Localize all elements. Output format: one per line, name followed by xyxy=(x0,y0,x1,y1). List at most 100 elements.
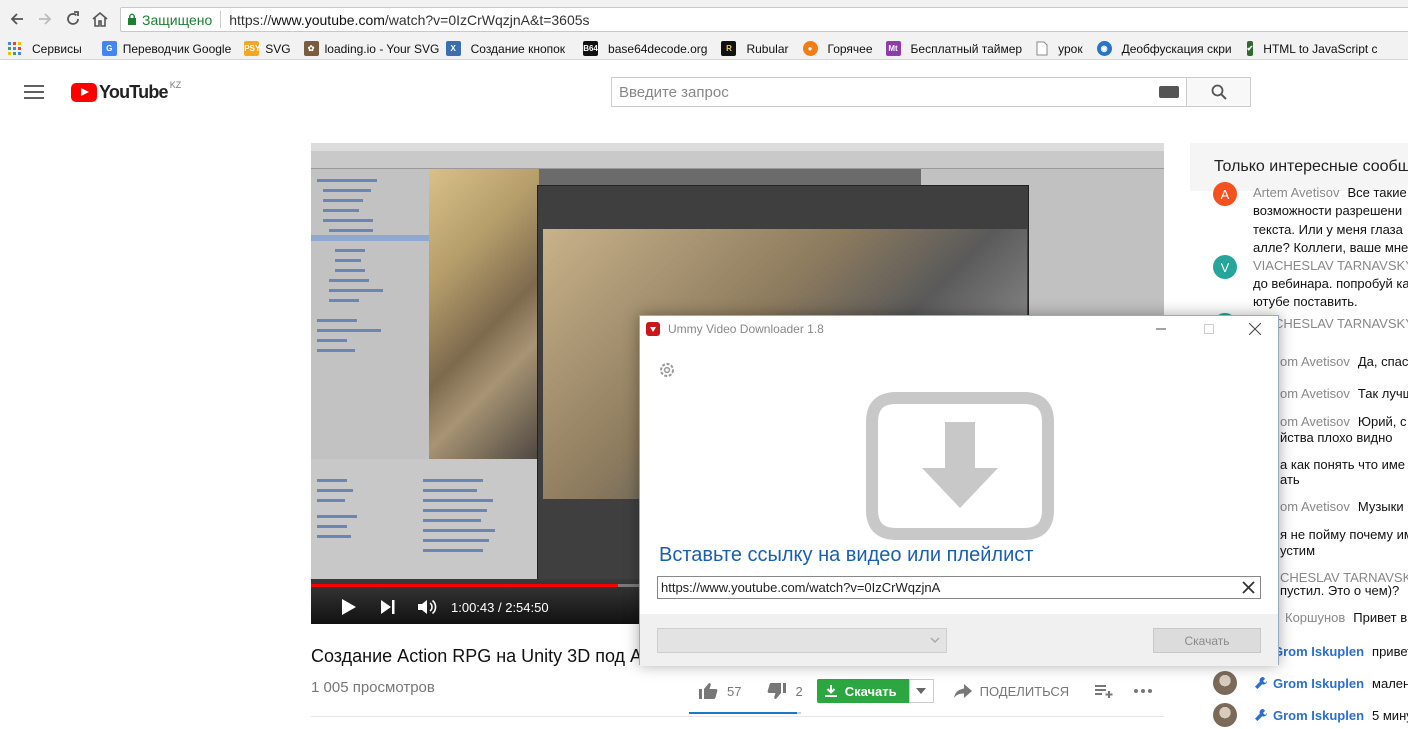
pikabu-icon: ● xyxy=(802,41,818,56)
search-button[interactable] xyxy=(1186,77,1251,107)
download-button[interactable]: Скачать xyxy=(816,679,909,703)
keyboard-icon[interactable] xyxy=(1159,86,1179,98)
address-bar[interactable]: Защищено https://www.youtube.com/watch?v… xyxy=(120,7,1408,32)
chat-author[interactable]: om Avetisov xyxy=(1280,354,1350,369)
arrow-right-icon xyxy=(39,13,52,25)
chat-author[interactable]: om Avetisov xyxy=(1280,499,1350,514)
divider xyxy=(311,716,1164,717)
chat-message: текста. Или у меня глаза xyxy=(1253,220,1403,239)
downloader-heading: Вставьте ссылку на видео или плейлист xyxy=(659,544,1034,566)
volume-icon[interactable] xyxy=(417,598,437,616)
bookmark-google-translate[interactable]: G Переводчик Google xyxy=(101,38,231,59)
back-button[interactable] xyxy=(6,8,28,30)
chat-text: до вебинара. попробуй ка xyxy=(1253,276,1408,291)
time-separator: / xyxy=(494,599,506,615)
forward-button[interactable] xyxy=(34,8,56,30)
download-options-button[interactable] xyxy=(908,679,934,703)
bookmark-deobfuscation[interactable]: ◉ Деобфускация скри xyxy=(1096,38,1233,59)
mt-icon: Mt xyxy=(885,41,901,56)
video-time: 1:00:43 / 2:54:50 xyxy=(451,600,549,615)
share-label: ПОДЕЛИТЬСЯ xyxy=(979,683,1070,699)
play-icon[interactable] xyxy=(339,598,357,616)
chat-author[interactable]: Grom Iskuplen xyxy=(1273,708,1364,723)
bookmark-lesson[interactable]: урок xyxy=(1036,38,1083,59)
chat-author[interactable]: Artem Avetisov xyxy=(1253,185,1339,200)
chat-avatar[interactable]: V xyxy=(1213,255,1237,279)
url-input-value: https://www.youtube.com/watch?v=0IzCrWqz… xyxy=(661,580,941,595)
bookmark-hot[interactable]: ● Горячее xyxy=(802,38,873,59)
chat-text: Музыки н xyxy=(1357,499,1408,514)
youtube-logo[interactable]: YouTube KZ xyxy=(71,80,182,103)
video-progress-fill xyxy=(311,584,619,587)
bookmark-rubular[interactable]: R Rubular xyxy=(721,38,789,59)
home-button[interactable] xyxy=(89,8,111,30)
caret-down-icon xyxy=(916,688,927,694)
translate-icon: G xyxy=(101,41,117,56)
clear-icon[interactable] xyxy=(1241,580,1256,595)
bookmark-apps[interactable]: Сервисы xyxy=(8,38,82,59)
chevron-down-icon xyxy=(930,637,940,644)
chat-text: Все такие xyxy=(1347,185,1407,200)
video-content-toolbar xyxy=(311,151,1164,169)
base64-icon: B64 xyxy=(583,41,599,56)
secure-indicator[interactable]: Защищено xyxy=(121,11,222,28)
rubular-icon: R xyxy=(721,41,737,56)
chat-author[interactable]: om Avetisov xyxy=(1280,386,1350,401)
maximize-button[interactable] xyxy=(1186,316,1232,342)
bookmark-label: loading.io - Your SVG xyxy=(324,41,440,56)
chat-author[interactable]: Grom Iskuplen xyxy=(1273,676,1364,691)
download-arrow-icon xyxy=(824,685,837,697)
screen: Защищено https://www.youtube.com/watch?v… xyxy=(0,0,1408,729)
chat-message: Коршунов Привет в xyxy=(1285,608,1407,627)
chat-author[interactable]: om Avetisov xyxy=(1280,414,1350,429)
chat-text: устим xyxy=(1280,543,1316,558)
url-input[interactable]: https://www.youtube.com/watch?v=0IzCrWqz… xyxy=(657,576,1261,599)
chat-message: Artem Avetisov Все такие xyxy=(1253,183,1407,202)
format-select[interactable] xyxy=(657,628,947,653)
dislike-button[interactable]: 2 xyxy=(767,682,803,700)
reload-icon xyxy=(67,11,79,25)
gear-icon[interactable] xyxy=(657,360,677,380)
search-input[interactable]: Введите запрос xyxy=(611,77,1187,107)
chat-avatar[interactable] xyxy=(1213,703,1237,727)
next-icon[interactable] xyxy=(379,598,397,616)
arrow-left-icon xyxy=(10,13,23,25)
chat-author[interactable]: VIACHESLAV TARNAVSKY xyxy=(1253,258,1408,273)
bookmark-label: урок xyxy=(1058,41,1083,56)
chat-text: ать xyxy=(1280,472,1300,487)
more-icon[interactable] xyxy=(1133,688,1153,694)
video-actions: 57 2 Скачать ПОДЕЛИТЬСЯ xyxy=(690,676,1153,706)
search-icon xyxy=(1211,84,1227,100)
chat-message: до вебинара. попробуй ка xyxy=(1253,274,1408,293)
chat-message: устим xyxy=(1280,541,1315,560)
bookmark-html-to-js[interactable]: ✔ HTML to JavaScript c xyxy=(1246,38,1377,59)
chat-message: om Avetisov Так лучше xyxy=(1280,384,1408,403)
add-to-playlist-icon[interactable] xyxy=(1095,684,1113,698)
video-content-scene-view xyxy=(429,169,539,459)
chat-avatar[interactable]: A xyxy=(1213,182,1237,206)
chat-text: 5 минут xyxy=(1372,708,1408,723)
menu-icon[interactable] xyxy=(24,85,44,99)
x-logo-icon: X xyxy=(445,41,461,56)
country-code: KZ xyxy=(169,80,182,90)
reload-button[interactable] xyxy=(62,8,84,30)
thumb-down-icon xyxy=(768,683,787,699)
bookmark-label: Горячее xyxy=(827,41,873,56)
wrench-icon xyxy=(1255,709,1267,721)
download-label: Скачать xyxy=(844,683,897,699)
chat-author[interactable]: Коршунов xyxy=(1285,610,1345,625)
bookmark-svg[interactable]: PSY SVG xyxy=(244,38,291,59)
minimize-icon xyxy=(1156,328,1166,330)
chat-author[interactable]: Grom Iskuplen xyxy=(1273,644,1364,659)
like-button[interactable]: 57 xyxy=(690,682,741,700)
bookmark-base64[interactable]: B64 base64decode.org xyxy=(583,38,707,59)
share-button[interactable]: ПОДЕЛИТЬСЯ xyxy=(953,683,1070,699)
bookmark-label: Сервисы xyxy=(32,41,82,56)
bookmark-timer[interactable]: Mt Бесплатный таймер xyxy=(885,38,1022,59)
close-button[interactable] xyxy=(1232,316,1278,342)
download-submit-button[interactable]: Скачать xyxy=(1153,628,1261,653)
bookmark-loading-io[interactable]: ✿ loading.io - Your SVG xyxy=(303,38,440,59)
chat-avatar[interactable] xyxy=(1213,671,1237,695)
bookmark-buttons[interactable]: X Создание кнопок xyxy=(445,38,565,59)
minimize-button[interactable] xyxy=(1138,316,1184,342)
